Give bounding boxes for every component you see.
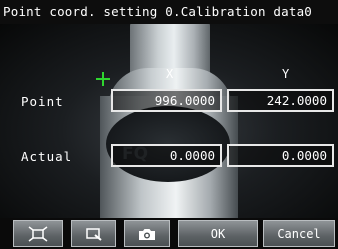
ok-button[interactable]: OK (178, 220, 258, 247)
bottom-toolbar: OK Cancel (0, 218, 338, 249)
fit-frame-button[interactable] (13, 220, 63, 247)
point-x-field[interactable]: 996.0000 (111, 89, 222, 112)
camera-icon (137, 226, 157, 242)
fit-frame-icon (28, 225, 48, 242)
row-label-point: Point (21, 94, 64, 109)
column-header-y: Y (282, 67, 290, 81)
column-header-x: X (166, 67, 174, 81)
point-y-field[interactable]: 242.0000 (227, 89, 334, 112)
cancel-button[interactable]: Cancel (263, 220, 335, 247)
row-label-actual: Actual (21, 149, 73, 164)
crosshair-icon[interactable] (96, 72, 110, 86)
title-bar: Point coord. setting 0.Calibration data0 (0, 0, 338, 24)
zoom-button[interactable] (71, 220, 116, 247)
page-title: Point coord. setting 0.Calibration data0 (3, 4, 313, 19)
actual-x-field[interactable]: 0.0000 (111, 144, 222, 167)
zoom-icon (84, 226, 104, 242)
actual-y-field[interactable]: 0.0000 (227, 144, 334, 167)
camera-view[interactable]: FQ (0, 24, 338, 218)
camera-button[interactable] (124, 220, 170, 247)
